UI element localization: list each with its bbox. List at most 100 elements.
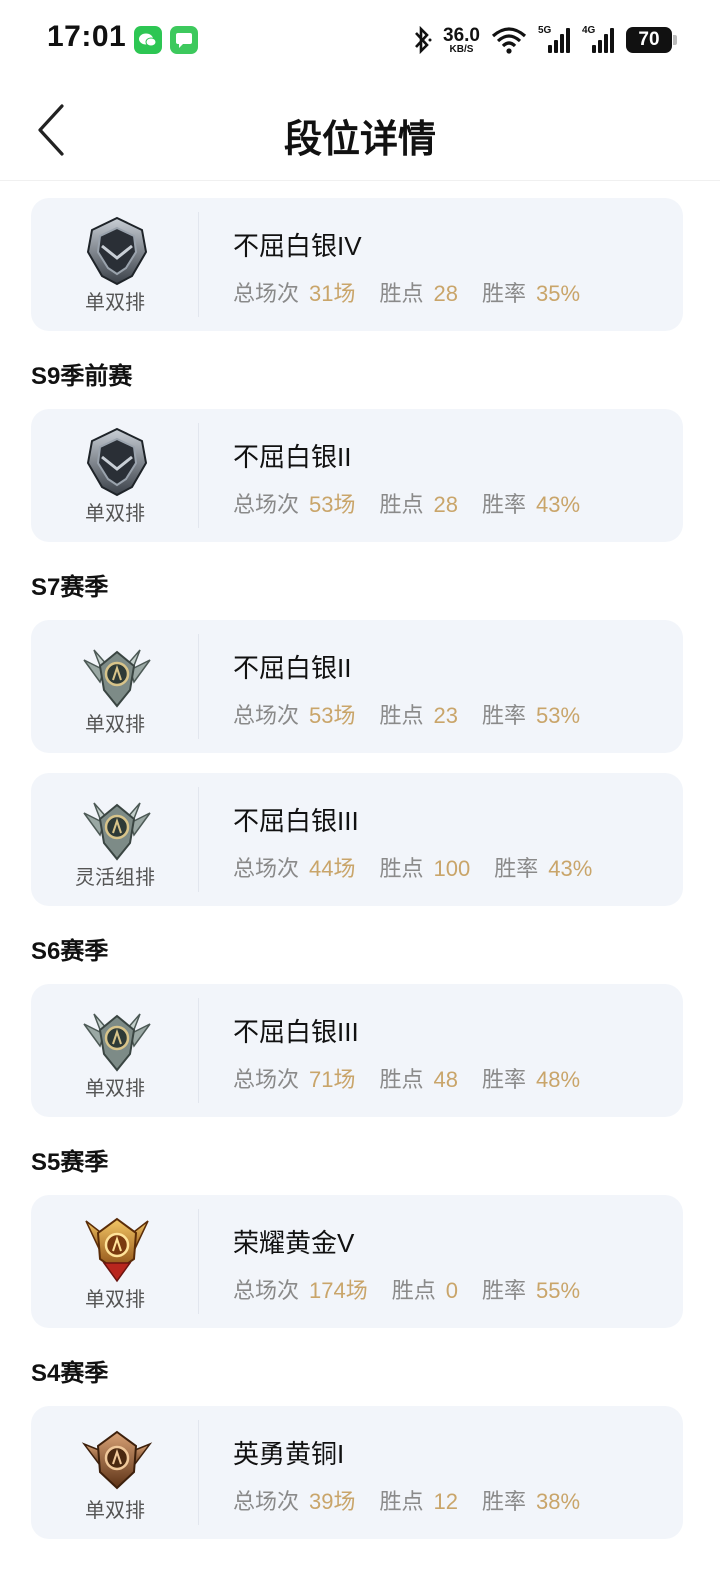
rank-card[interactable]: 单双排 英勇黄铜I 总场次 39场 胜点 12 胜率 38%: [31, 1406, 683, 1539]
bluetooth-icon: [415, 25, 432, 55]
battery-icon: 70: [626, 27, 677, 53]
queue-type: 单双排: [85, 1500, 145, 1522]
status-bar: 17:01 36.0 KB/S 5G 4G 70: [0, 0, 720, 80]
total-games-label: 总场次: [233, 281, 300, 306]
rank-stats: 总场次 44场 胜点 100 胜率 43%: [233, 851, 616, 883]
rank-name: 不屈白银II: [233, 442, 352, 472]
winrate-value: 53%: [536, 703, 581, 728]
divider: [198, 787, 199, 892]
winrate-label: 胜率: [482, 281, 527, 306]
rank-name: 不屈白银II: [233, 653, 352, 683]
points-value: 48: [433, 1067, 458, 1092]
winrate-value: 35%: [536, 281, 581, 306]
rank-name: 不屈白银III: [233, 806, 359, 836]
total-games-value: 31场: [309, 281, 356, 306]
points-value: 0: [445, 1278, 458, 1303]
nav-bar: 段位详情: [0, 80, 720, 181]
winrate-value: 43%: [548, 856, 593, 881]
divider: [198, 1420, 199, 1525]
rank-name: 不屈白银III: [233, 1017, 359, 1047]
points-label: 胜点: [379, 492, 424, 517]
total-games-value: 44场: [309, 856, 356, 881]
total-games-value: 174场: [309, 1278, 368, 1303]
winrate-label: 胜率: [494, 856, 539, 881]
rank-card[interactable]: 单双排 不屈白银II 总场次 53场 胜点 28 胜率 43%: [31, 409, 683, 542]
points-label: 胜点: [379, 1067, 424, 1092]
winrate-label: 胜率: [482, 492, 527, 517]
winrate-label: 胜率: [482, 1067, 527, 1092]
season-title: S9季前赛: [31, 363, 133, 390]
rank-card[interactable]: 灵活组排 不屈白银III 总场次 44场 胜点 100 胜率 43%: [31, 773, 683, 906]
rank-card[interactable]: 单双排 不屈白银IV 总场次 31场 胜点 28 胜率 35%: [31, 198, 683, 331]
queue-type: 单双排: [85, 503, 145, 525]
season-title: S6赛季: [31, 938, 109, 965]
wifi-icon: [491, 27, 527, 54]
winrate-value: 48%: [536, 1067, 581, 1092]
points-value: 100: [433, 856, 471, 881]
rank-card[interactable]: 单双排 荣耀黄金V 总场次 174场 胜点 0 胜率 55%: [31, 1195, 683, 1328]
signal-4g-icon: 4G: [582, 25, 616, 55]
total-games-label: 总场次: [233, 1278, 300, 1303]
rank-stats: 总场次 53场 胜点 23 胜率 53%: [233, 698, 604, 730]
rank-badge-silver-icon: [80, 789, 154, 863]
network-speed-value: 36.0: [443, 24, 480, 46]
rank-stats: 总场次 174场 胜点 0 胜率 55%: [233, 1273, 604, 1305]
total-games-value: 39场: [309, 1489, 356, 1514]
queue-type: 单双排: [85, 292, 145, 314]
winrate-label: 胜率: [482, 1278, 527, 1303]
rank-badge-bronze-icon: [80, 1422, 154, 1496]
total-games-value: 53场: [309, 492, 356, 517]
rank-badge-gold-icon: [80, 1211, 154, 1285]
divider: [198, 1209, 199, 1314]
queue-type: 灵活组排: [75, 867, 155, 889]
rank-badge-silver-icon: [80, 636, 154, 710]
signal-4g-label: 4G: [582, 25, 596, 36]
rank-badge-silver-icon: [80, 214, 154, 288]
rank-badge-silver-icon: [80, 425, 154, 499]
points-value: 12: [433, 1489, 458, 1514]
rank-stats: 总场次 53场 胜点 28 胜率 43%: [233, 487, 604, 519]
queue-type: 单双排: [85, 1078, 145, 1100]
points-label: 胜点: [391, 1278, 436, 1303]
rank-stats: 总场次 39场 胜点 12 胜率 38%: [233, 1484, 604, 1516]
wechat-notification-icon: [134, 26, 162, 54]
points-value: 28: [433, 492, 458, 517]
winrate-value: 38%: [536, 1489, 581, 1514]
points-label: 胜点: [379, 1489, 424, 1514]
total-games-label: 总场次: [233, 703, 300, 728]
rank-name: 荣耀黄金V: [233, 1228, 355, 1258]
season-title: S4赛季: [31, 1360, 109, 1387]
total-games-label: 总场次: [233, 492, 300, 517]
signal-5g-icon: 5G: [538, 25, 572, 55]
total-games-value: 53场: [309, 703, 356, 728]
page-title: 段位详情: [283, 119, 436, 161]
season-title: S5赛季: [31, 1149, 109, 1176]
divider: [198, 423, 199, 528]
rank-name: 不屈白银IV: [233, 231, 362, 261]
rank-badge-silver-icon: [80, 1000, 154, 1074]
status-time: 17:01: [47, 20, 127, 53]
signal-5g-label: 5G: [538, 25, 552, 36]
rank-card[interactable]: 单双排 不屈白银II 总场次 53场 胜点 23 胜率 53%: [31, 620, 683, 753]
points-value: 28: [433, 281, 458, 306]
points-label: 胜点: [379, 281, 424, 306]
rank-card[interactable]: 单双排 不屈白银III 总场次 71场 胜点 48 胜率 48%: [31, 984, 683, 1117]
network-speed: 36.0 KB/S: [443, 26, 480, 55]
rank-name: 英勇黄铜I: [233, 1439, 345, 1469]
total-games-label: 总场次: [233, 856, 300, 881]
divider: [198, 634, 199, 739]
total-games-label: 总场次: [233, 1067, 300, 1092]
points-value: 23: [433, 703, 458, 728]
winrate-value: 43%: [536, 492, 581, 517]
divider: [198, 998, 199, 1103]
network-speed-unit: KB/S: [449, 43, 474, 55]
winrate-label: 胜率: [482, 1489, 527, 1514]
points-label: 胜点: [379, 703, 424, 728]
winrate-label: 胜率: [482, 703, 527, 728]
season-title: S7赛季: [31, 574, 109, 601]
total-games-value: 71场: [309, 1067, 356, 1092]
points-label: 胜点: [379, 856, 424, 881]
queue-type: 单双排: [85, 1289, 145, 1311]
queue-type: 单双排: [85, 714, 145, 736]
winrate-value: 55%: [536, 1278, 581, 1303]
